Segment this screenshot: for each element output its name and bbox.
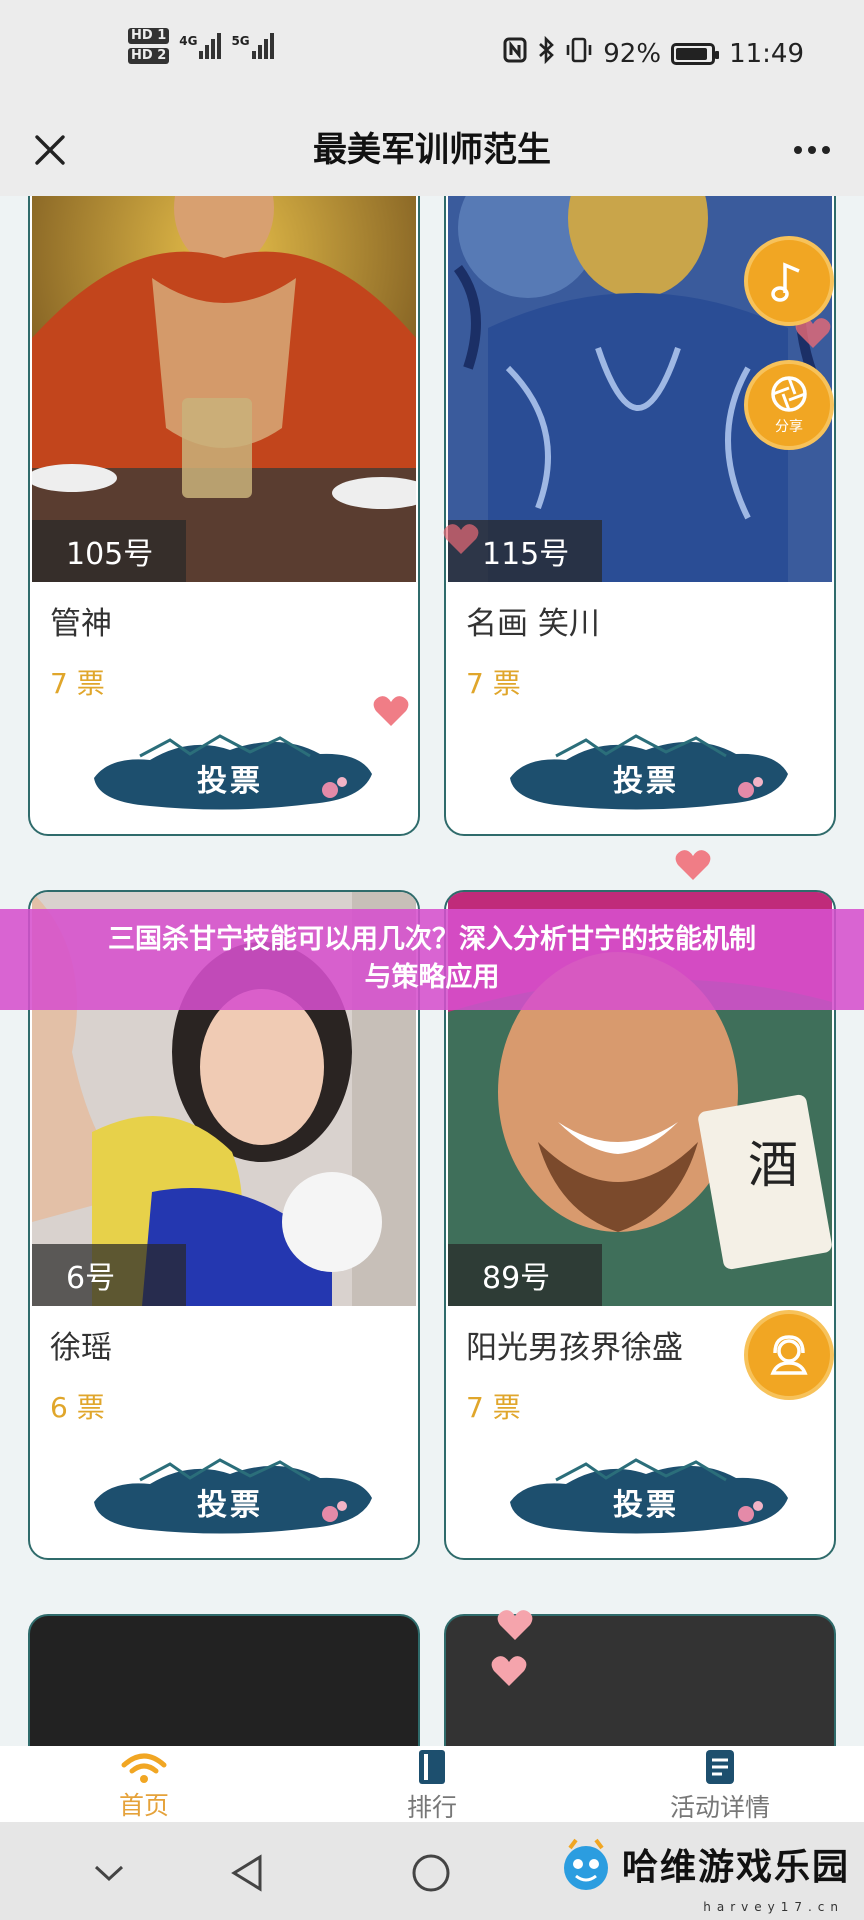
music-note-icon xyxy=(771,262,800,302)
status-right: 92% 11:49 xyxy=(503,35,804,71)
contestant-name: 徐瑶 xyxy=(50,1330,112,1366)
contestant-name: 管神 xyxy=(50,606,112,642)
network-indicators: HD 1 HD 2 4G 5G xyxy=(128,28,274,64)
signal-5g: 5G xyxy=(231,33,274,59)
share-button[interactable]: 分享 xyxy=(744,360,834,450)
heart-icon xyxy=(497,1610,533,1640)
more-menu-button[interactable] xyxy=(782,122,842,178)
hd1-badge: HD 1 xyxy=(128,28,170,44)
vote-button[interactable]: 投票 xyxy=(80,728,380,816)
tab-label: 首页 xyxy=(118,1791,169,1820)
app-screen: HD 1 HD 2 4G 5G 92% 11:49 最美军训师范生 105号 管… xyxy=(0,0,864,1920)
vote-button[interactable]: 投票 xyxy=(80,1452,380,1540)
svg-text:酒: 酒 xyxy=(748,1136,798,1194)
vote-count: 6 票 xyxy=(50,1391,105,1424)
status-bar: HD 1 HD 2 4G 5G 92% 11:49 xyxy=(0,0,864,108)
customer-service-icon xyxy=(770,1335,808,1375)
nav-home-button[interactable] xyxy=(406,1848,456,1898)
watermark-url: harvey17.cn xyxy=(703,1900,844,1914)
tab-details[interactable]: 活动详情 xyxy=(620,1748,820,1822)
vote-button-label: 投票 xyxy=(197,1488,263,1523)
customer-service-button[interactable] xyxy=(744,1310,834,1400)
signal-bars-icon xyxy=(251,33,274,59)
ranking-icon xyxy=(419,1750,445,1784)
more-dot-icon xyxy=(822,146,830,154)
tab-home[interactable]: 首页 xyxy=(44,1748,244,1822)
tab-label: 活动详情 xyxy=(669,1793,770,1822)
more-dot-icon xyxy=(794,146,802,154)
site-watermark: 哈维游戏乐园 xyxy=(556,1834,850,1894)
vibrate-icon xyxy=(565,37,593,70)
article-title-banner: 三国杀甘宁技能可以用几次？深入分析甘宁的技能机制 与策略应用 xyxy=(0,909,864,1010)
bluetooth-icon xyxy=(537,35,555,71)
vote-button[interactable]: 投票 xyxy=(496,1452,796,1540)
music-button[interactable] xyxy=(744,236,834,326)
vote-button-label: 投票 xyxy=(197,764,263,799)
contestant-number: 89号 xyxy=(448,1244,602,1306)
clock: 11:49 xyxy=(729,38,804,69)
contestant-name: 阳光男孩界徐盛 xyxy=(466,1330,683,1366)
more-dot-icon xyxy=(808,146,816,154)
tab-ranking[interactable]: 排行 xyxy=(332,1748,532,1822)
tab-label: 排行 xyxy=(406,1793,457,1822)
vote-button-label: 投票 xyxy=(613,1488,679,1523)
banner-line-2: 与策略应用 xyxy=(364,962,500,993)
contestant-card[interactable] xyxy=(28,1614,420,1746)
chevron-down-icon xyxy=(94,1865,124,1882)
aperture-icon xyxy=(771,376,807,412)
heart-icon xyxy=(443,524,479,554)
watermark-text: 哈维游戏乐园 xyxy=(621,1847,850,1888)
contestant-number: 105号 xyxy=(32,520,186,582)
title-bar: 最美军训师范生 xyxy=(0,108,864,196)
contestant-name: 名画 笑川 xyxy=(466,606,600,642)
nav-collapse-button[interactable] xyxy=(84,1848,134,1898)
vote-count: 7 票 xyxy=(50,667,105,700)
heart-icon xyxy=(491,1656,527,1686)
banner-line-1: 三国杀甘宁技能可以用几次？深入分析甘宁的技能机制 xyxy=(108,924,756,955)
nfc-icon xyxy=(503,37,527,70)
vote-count: 7 票 xyxy=(466,667,521,700)
bottom-tab-bar: 首页 排行 活动详情 xyxy=(0,1746,864,1822)
contestant-card[interactable]: 105号 管神 7 票 投票 xyxy=(28,196,420,836)
signal-bars-icon xyxy=(199,33,222,59)
heart-icon xyxy=(373,696,409,726)
back-triangle-icon xyxy=(231,1854,262,1892)
home-icon xyxy=(121,1753,167,1783)
battery-icon xyxy=(671,42,720,65)
system-nav-bar: 哈维游戏乐园 harvey17.cn xyxy=(0,1822,864,1920)
watermark-logo-icon xyxy=(563,1838,608,1890)
nav-back-button[interactable] xyxy=(222,1848,272,1898)
share-label: 分享 xyxy=(775,419,803,435)
page-title: 最美军训师范生 xyxy=(313,130,551,170)
contestant-number: 6号 xyxy=(32,1244,186,1306)
vote-button-label: 投票 xyxy=(613,764,679,799)
heart-icon xyxy=(675,850,711,880)
vote-count: 7 票 xyxy=(466,1391,521,1424)
home-circle-icon xyxy=(412,1854,450,1892)
details-icon xyxy=(706,1750,734,1784)
hd2-badge: HD 2 xyxy=(128,48,170,64)
signal-4g: 4G xyxy=(179,33,222,59)
vote-button[interactable]: 投票 xyxy=(496,728,796,816)
battery-percent: 92% xyxy=(603,38,662,69)
